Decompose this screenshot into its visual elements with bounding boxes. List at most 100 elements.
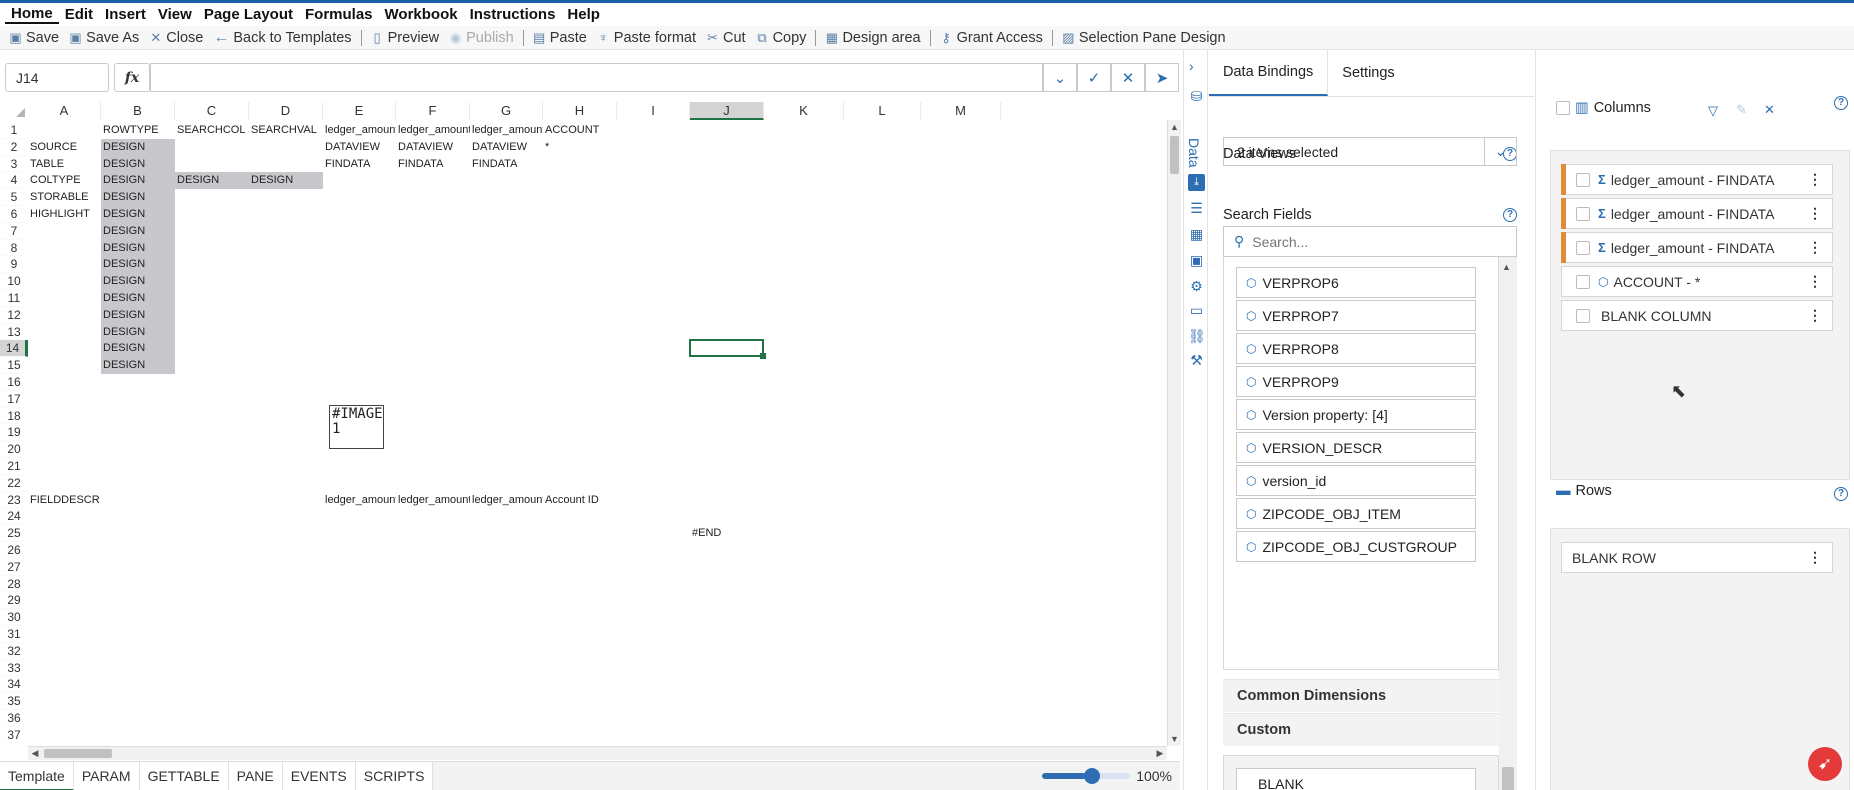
field-item[interactable]: ⬡ VERPROP6	[1236, 267, 1476, 298]
cell-b15[interactable]: DESIGN	[101, 357, 175, 374]
cell-g3[interactable]: FINDATA	[470, 156, 543, 173]
sheet-tab-events[interactable]: EVENTS	[282, 761, 356, 790]
field-item[interactable]: ⬡ VERSION_DESCR	[1236, 432, 1476, 463]
cell-b9[interactable]: DESIGN	[101, 256, 175, 274]
sliders-icon[interactable]: ☰	[1188, 200, 1205, 217]
selection-pane-design-button[interactable]: ▨ Selection Pane Design	[1057, 30, 1231, 46]
cell-f3[interactable]: FINDATA	[396, 156, 470, 173]
kebab-menu-icon[interactable]: ⋮	[1808, 549, 1822, 566]
formula-cancel-button[interactable]: ✕	[1111, 63, 1145, 92]
row-header[interactable]: 24	[0, 508, 28, 526]
column-header[interactable]: F	[396, 102, 470, 120]
row-header[interactable]: 27	[0, 559, 28, 576]
cell-b11[interactable]: DESIGN	[101, 290, 175, 307]
cell-g2[interactable]: DATAVIEW	[470, 139, 543, 156]
cell-b2[interactable]: DESIGN	[101, 138, 175, 156]
formula-send-button[interactable]: ➤	[1145, 63, 1179, 92]
column-item-checkbox[interactable]	[1576, 240, 1590, 255]
row-header[interactable]: 16	[0, 374, 28, 391]
row-item[interactable]: BLANK ROW ⋮	[1561, 542, 1833, 573]
formula-dropdown-button[interactable]: ⌄	[1043, 63, 1077, 92]
section-custom[interactable]: Custom	[1223, 713, 1499, 746]
row-header[interactable]: 17	[0, 391, 28, 408]
data-bindings-icon[interactable]: ⤓	[1188, 174, 1205, 191]
feedback-button[interactable]: ➹	[1808, 747, 1842, 781]
cell-e2[interactable]: DATAVIEW	[323, 139, 396, 156]
row-header[interactable]: 35	[0, 693, 28, 710]
data-tab-label[interactable]: Data	[1186, 138, 1202, 168]
cell-c1[interactable]: SEARCHCOL	[175, 122, 249, 139]
cell-g1[interactable]: ledger_amount	[470, 122, 543, 139]
zoom-slider[interactable]	[1042, 768, 1131, 784]
cell-h2[interactable]: *	[543, 139, 617, 156]
brush-icon[interactable]: ⚒	[1188, 352, 1205, 369]
cell-c4[interactable]: DESIGN	[175, 172, 249, 190]
cell-j25[interactable]: #END	[690, 525, 764, 542]
publish-button[interactable]: ◉ Publish	[444, 30, 519, 46]
menu-view[interactable]: View	[152, 6, 198, 23]
sheet-tab-scripts[interactable]: SCRIPTS	[355, 761, 434, 790]
grid-vertical-scrollbar[interactable]: ▲ ▼	[1167, 120, 1181, 746]
cell-b7[interactable]: DESIGN	[101, 222, 175, 240]
menu-instructions[interactable]: Instructions	[464, 6, 562, 23]
cell-g23[interactable]: ledger_amount	[470, 492, 543, 509]
data-source-icon[interactable]: ⛁	[1188, 88, 1205, 105]
column-item[interactable]: Σledger_amount - FINDATA ⋮	[1561, 232, 1833, 263]
sheet-tab-template[interactable]: Template	[0, 761, 74, 790]
cell-b13[interactable]: DESIGN	[101, 323, 175, 341]
cell-a2[interactable]: SOURCE	[28, 139, 101, 156]
cell-b6[interactable]: DESIGN	[101, 206, 175, 223]
field-item[interactable]: ⬡ version_id	[1236, 465, 1476, 496]
row-header[interactable]: 2	[0, 139, 28, 156]
field-item[interactable]: ⬡ ZIPCODE_OBJ_CUSTGROUP	[1236, 531, 1476, 562]
column-item-checkbox[interactable]	[1576, 172, 1590, 187]
column-item[interactable]: ⬡ ACCOUNT - * ⋮	[1561, 266, 1833, 297]
row-header[interactable]: 31	[0, 626, 28, 643]
cell-b1[interactable]: ROWTYPE	[101, 122, 175, 139]
row-header[interactable]: 32	[0, 643, 28, 660]
scroll-down-arrow[interactable]: ▼	[1168, 732, 1181, 746]
grid-icon[interactable]: ▣	[1188, 252, 1205, 269]
filter-icon[interactable]: ▽	[1708, 103, 1718, 119]
kebab-menu-icon[interactable]: ⋮	[1808, 205, 1822, 222]
data-views-select[interactable]: 2 items selected ⌄	[1223, 137, 1517, 166]
field-item[interactable]: ⬡ VERPROP9	[1236, 366, 1476, 397]
column-header[interactable]: A	[28, 102, 101, 120]
column-header[interactable]: I	[617, 102, 690, 120]
row-header[interactable]: 10	[0, 273, 28, 290]
column-item[interactable]: BLANK COLUMN ⋮	[1561, 300, 1833, 331]
help-icon[interactable]: ?	[1834, 487, 1848, 501]
cell-b3[interactable]: DESIGN	[101, 155, 175, 173]
row-header[interactable]: 34	[0, 676, 28, 694]
row-header[interactable]: 20	[0, 441, 28, 458]
field-item[interactable]: ⬡ ZIPCODE_OBJ_ITEM	[1236, 498, 1476, 529]
kebab-menu-icon[interactable]: ⋮	[1808, 239, 1822, 256]
scroll-right-arrow[interactable]: ▶	[1153, 747, 1167, 760]
field-item[interactable]: ⬡ VERPROP8	[1236, 333, 1476, 364]
search-input[interactable]	[1252, 233, 1493, 250]
grid-horizontal-scrollbar[interactable]: ◀ ▶	[28, 746, 1167, 760]
row-header[interactable]: 13	[0, 324, 28, 341]
cell-b14[interactable]: DESIGN	[101, 340, 175, 358]
fx-icon[interactable]: fx	[114, 63, 150, 92]
help-icon[interactable]: ?	[1834, 96, 1848, 110]
row-header[interactable]: 12	[0, 307, 28, 324]
sheet-tab-pane[interactable]: PANE	[228, 761, 283, 790]
row-header[interactable]: 3	[0, 156, 28, 173]
back-to-templates-button[interactable]: ← Back to Templates	[208, 29, 356, 47]
kebab-menu-icon[interactable]: ⋮	[1808, 307, 1822, 324]
name-box[interactable]: J14	[5, 63, 109, 92]
row-header[interactable]: 1	[0, 122, 28, 139]
row-header[interactable]: 33	[0, 660, 28, 677]
cell-b4[interactable]: DESIGN	[101, 172, 175, 190]
row-header[interactable]: 8	[0, 240, 28, 257]
field-list-scrollbar[interactable]: ▲ ▼	[1499, 257, 1517, 790]
row-header[interactable]: 22	[0, 475, 28, 492]
cell-e23[interactable]: ledger_amount	[323, 492, 396, 509]
column-item-checkbox[interactable]	[1576, 206, 1590, 221]
cell-h23[interactable]: Account ID	[543, 492, 617, 509]
cell-a3[interactable]: TABLE	[28, 156, 101, 173]
formula-input[interactable]	[150, 63, 1043, 92]
kebab-menu-icon[interactable]: ⋮	[1808, 273, 1822, 290]
save-as-button[interactable]: ▣ Save As	[64, 30, 144, 46]
